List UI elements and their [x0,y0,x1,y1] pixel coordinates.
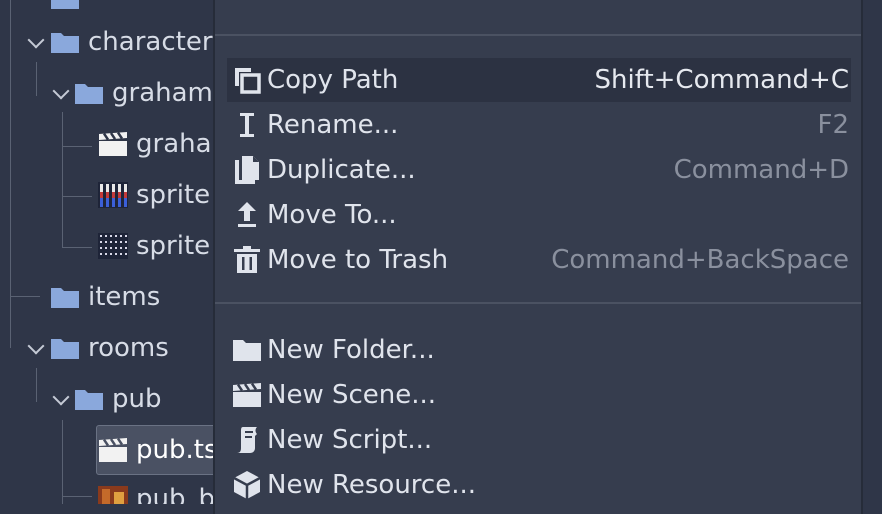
clapperboard-icon [99,437,127,462]
context-menu: Copy Path Shift+Command+C Rename... F2 D… [213,0,863,514]
menu-item-label: New Folder... [267,335,435,365]
tree-item-label: characters [88,27,214,57]
file-system-tree: characters graham graham sprite [0,0,214,504]
tree-item-partial[interactable] [50,0,80,18]
tree-item-pub-image[interactable]: pub_b [98,479,214,504]
tree-guide-line [62,420,63,504]
menu-item-label: New Resource... [267,470,477,500]
clapperboard-icon [231,379,263,411]
tree-guide-line [62,247,92,248]
folder-icon [51,339,79,359]
menu-separator [215,302,861,304]
tree-item-label: items [88,282,161,312]
sprite-sheet-icon [98,182,128,208]
menu-item-shortcut: F2 [817,110,850,140]
menu-item-move-to-trash[interactable]: Move to Trash Command+BackSpace [227,238,851,282]
menu-item-duplicate[interactable]: Duplicate... Command+D [227,148,851,192]
tree-item-pub-folder[interactable]: pub [74,379,162,419]
folder-icon [75,84,103,104]
tree-guide-line [10,296,40,297]
menu-item-label: Duplicate... [267,155,416,185]
tree-item-label: sprite [136,231,211,261]
menu-item-new-script[interactable]: New Script... [227,418,851,462]
clapperboard-icon [99,131,127,156]
script-icon [231,424,263,456]
tree-item-sprite[interactable]: sprite [98,175,210,215]
tree-item-characters[interactable]: characters [50,22,214,62]
menu-item-new-folder[interactable]: New Folder... [227,328,851,372]
menu-item-copy-path[interactable]: Copy Path Shift+Command+C [227,58,851,102]
menu-item-label: New Script... [267,425,433,455]
tree-item-label: pub [112,384,162,414]
menu-item-label: Move to Trash [267,245,449,275]
tree-item-label: graham [136,129,214,159]
text-cursor-icon [231,109,263,141]
menu-separator [215,34,861,36]
tree-item-label: graham [112,78,213,108]
folder-icon [75,390,103,410]
chevron-down-icon[interactable] [52,388,70,406]
tree-item-label: sprite [136,180,211,210]
tree-item-label: pub_b [136,484,214,504]
trash-icon [231,244,263,276]
tree-guide-line [36,62,37,96]
tree-guide-line [62,146,92,147]
menu-item-new-resource[interactable]: New Resource... [227,463,851,507]
folder-icon [51,0,79,9]
menu-item-label: Copy Path [267,65,399,95]
menu-item-new-scene[interactable]: New Scene... [227,373,851,417]
chevron-down-icon[interactable] [52,82,70,100]
tree-item-label: pub.ts [136,435,214,465]
tree-item-label: rooms [88,333,169,363]
menu-item-label: New Scene... [267,380,437,410]
tree-item-graham-folder[interactable]: graham [74,73,213,113]
chevron-down-icon[interactable] [27,31,45,49]
tree-item-pub-scene[interactable]: pub.ts [98,430,214,470]
tree-item-graham-scene[interactable]: graham [98,124,214,164]
menu-item-shortcut: Shift+Command+C [594,65,849,95]
image-icon [98,486,128,504]
tree-item-items[interactable]: items [50,277,160,317]
duplicate-icon [231,154,263,186]
chevron-down-icon[interactable] [27,337,45,355]
menu-item-shortcut: Command+D [673,155,849,185]
copy-icon [231,64,263,96]
sprite-sheet-icon [98,233,128,259]
menu-item-label: Move To... [267,200,397,230]
folder-icon [51,288,79,308]
tree-item-rooms[interactable]: rooms [50,328,169,368]
menu-item-move-to[interactable]: Move To... [227,193,851,237]
cube-icon [231,469,263,501]
tree-guide-line [62,496,92,497]
folder-icon [51,33,79,53]
menu-item-rename[interactable]: Rename... F2 [227,103,851,147]
menu-item-label: Rename... [267,110,399,140]
tree-item-sprite[interactable]: sprite [98,226,210,266]
move-up-icon [231,199,263,231]
tree-guide-line [36,368,37,402]
folder-icon [231,334,263,366]
tree-guide-line [62,196,92,197]
tree-guide-line [62,112,63,248]
menu-item-shortcut: Command+BackSpace [551,245,849,275]
